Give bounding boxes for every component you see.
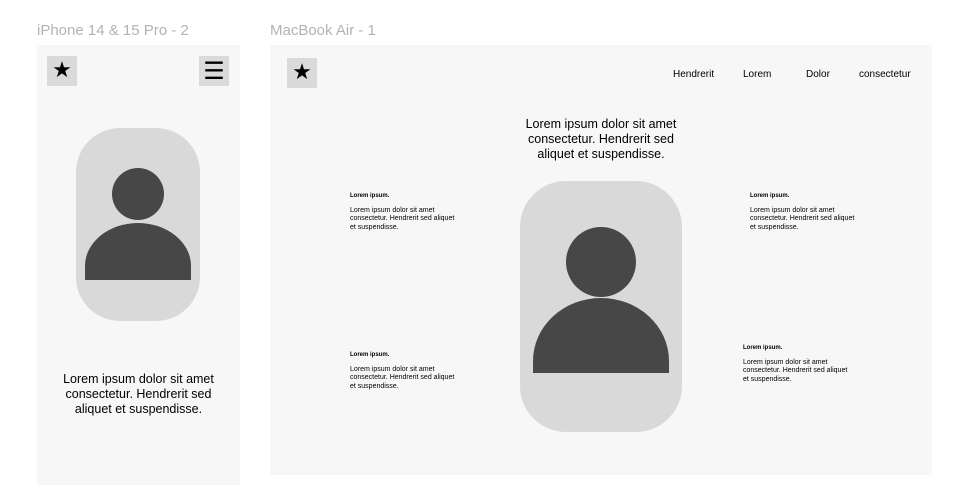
feature-block: Lorem ipsum. Lorem ipsum dolor sit amet … (350, 192, 455, 232)
desktop-headline: Lorem ipsum dolor sit amet consectetur. … (525, 117, 677, 161)
feature-body: Lorem ipsum dolor sit amet consectetur. … (350, 206, 455, 231)
desktop-avatar-card (520, 181, 682, 432)
user-silhouette-icon (85, 168, 191, 280)
feature-title: Lorem ipsum. (743, 345, 783, 351)
feature-block: Lorem ipsum. Lorem ipsum dolor sit amet … (750, 192, 855, 232)
feature-block: Lorem ipsum. Lorem ipsum dolor sit amet … (350, 351, 455, 391)
mobile-avatar-card (76, 128, 200, 321)
feature-block: Lorem ipsum. Lorem ipsum dolor sit amet … (743, 344, 848, 384)
feature-body: Lorem ipsum dolor sit amet consectetur. … (350, 365, 455, 390)
desktop-frame: ★ Hendrerit Lorem Dolor consectetur Lore… (270, 45, 932, 475)
mobile-frame-label: iPhone 14 & 15 Pro - 2 (37, 22, 189, 39)
star-icon[interactable]: ★ (287, 58, 317, 88)
nav-link-consectetur[interactable]: consectetur (859, 69, 911, 80)
feature-body: Lorem ipsum dolor sit amet consectetur. … (743, 358, 848, 383)
feature-body: Lorem ipsum dolor sit amet consectetur. … (750, 206, 855, 231)
feature-title: Lorem ipsum. (750, 193, 790, 199)
user-silhouette-icon (533, 227, 669, 373)
nav-link-dolor[interactable]: Dolor (806, 69, 830, 80)
feature-title: Lorem ipsum. (350, 352, 390, 358)
nav-link-lorem[interactable]: Lorem (743, 69, 771, 80)
mobile-frame: ★ ☰ Lorem ipsum dolor sit amet consectet… (37, 45, 240, 485)
star-icon[interactable]: ★ (47, 56, 77, 86)
nav-link-hendrerit[interactable]: Hendrerit (673, 69, 714, 80)
hamburger-menu-icon[interactable]: ☰ (199, 56, 229, 86)
mobile-description: Lorem ipsum dolor sit amet consectetur. … (63, 372, 214, 416)
feature-title: Lorem ipsum. (350, 193, 390, 199)
desktop-frame-label: MacBook Air - 1 (270, 22, 376, 39)
